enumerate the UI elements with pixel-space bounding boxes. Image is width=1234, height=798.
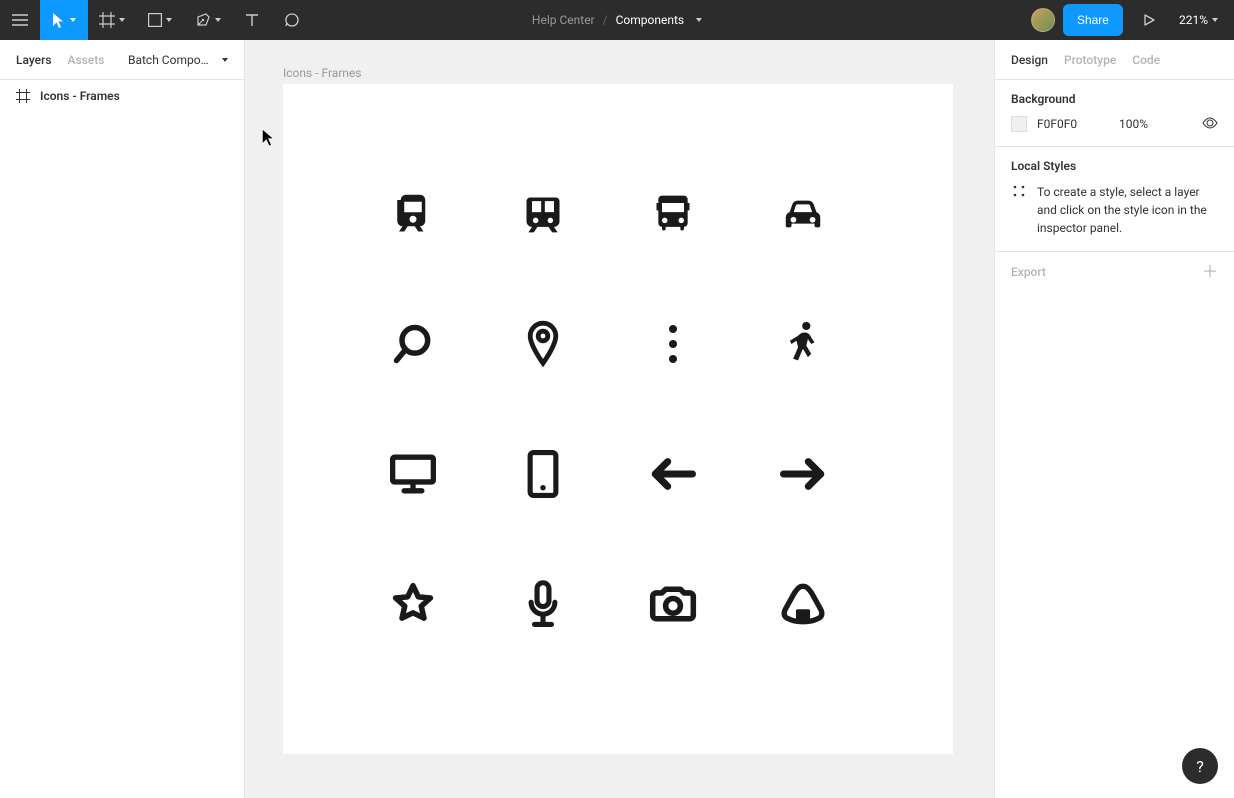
eye-icon — [1202, 117, 1218, 129]
zoom-label: 221% — [1179, 13, 1208, 27]
layer-name: Icons - Frames — [40, 89, 120, 103]
move-tool[interactable] — [40, 0, 88, 40]
chevron-down-icon — [70, 18, 76, 22]
cursor-icon — [52, 12, 66, 28]
frame-icons[interactable] — [283, 84, 953, 754]
square-icon — [148, 13, 162, 27]
train-icon[interactable] — [383, 184, 443, 244]
frame-icon — [99, 12, 115, 28]
page-selector[interactable]: Batch Compon… — [128, 53, 228, 67]
chevron-down-icon — [696, 18, 702, 22]
tab-layers[interactable]: Layers — [16, 53, 52, 67]
comment-tool[interactable] — [272, 0, 312, 40]
breadcrumb[interactable]: Help Center / Components — [532, 13, 702, 27]
car-icon[interactable] — [773, 184, 833, 244]
bus-icon[interactable] — [643, 184, 703, 244]
subway-icon[interactable] — [513, 184, 573, 244]
page-selector-label: Batch Compon… — [128, 53, 214, 67]
canvas[interactable]: Icons - Frames — [245, 40, 994, 798]
right-panel: Design Prototype Code Background F0F0F0 … — [994, 40, 1234, 798]
star-icon[interactable] — [383, 574, 443, 634]
add-export-button[interactable]: ＋ — [1202, 264, 1218, 280]
chevron-down-icon — [215, 18, 221, 22]
visibility-toggle[interactable] — [1202, 117, 1218, 132]
more-vertical-icon[interactable] — [643, 314, 703, 374]
frame-title[interactable]: Icons - Frames — [283, 66, 361, 80]
layer-row-frame[interactable]: Icons - Frames — [0, 80, 244, 112]
breadcrumb-project[interactable]: Help Center — [532, 13, 595, 27]
frame-tool[interactable] — [88, 0, 136, 40]
background-title: Background — [1011, 92, 1218, 106]
local-styles-section: Local Styles To create a style, select a… — [995, 147, 1234, 252]
chevron-down-icon — [1212, 18, 1218, 22]
tab-code[interactable]: Code — [1132, 53, 1160, 67]
comment-icon — [284, 12, 300, 28]
local-styles-title: Local Styles — [1011, 159, 1218, 173]
background-section: Background F0F0F0 100% — [995, 80, 1234, 147]
left-panel: Layers Assets Batch Compon… Icons - Fram… — [0, 40, 245, 798]
breadcrumb-separator: / — [603, 13, 608, 27]
styles-grid-icon — [1011, 183, 1027, 237]
chevron-down-icon — [166, 18, 172, 22]
local-styles-hint: To create a style, select a layer and cl… — [1037, 183, 1218, 237]
chevron-down-icon — [119, 18, 125, 22]
tab-assets[interactable]: Assets — [68, 53, 105, 67]
background-hex[interactable]: F0F0F0 — [1037, 117, 1097, 131]
avatar[interactable] — [1031, 8, 1055, 32]
mic-icon[interactable] — [513, 574, 573, 634]
monitor-icon[interactable] — [383, 444, 443, 504]
phone-icon[interactable] — [513, 444, 573, 504]
background-opacity[interactable]: 100% — [1119, 117, 1148, 131]
present-button[interactable] — [1131, 0, 1167, 40]
play-icon — [1142, 13, 1156, 27]
text-tool[interactable] — [232, 0, 272, 40]
arrow-right-icon[interactable] — [773, 444, 833, 504]
camera-icon[interactable] — [643, 574, 703, 634]
tab-prototype[interactable]: Prototype — [1064, 53, 1116, 67]
shape-tool[interactable] — [136, 0, 184, 40]
zoom-control[interactable]: 221% — [1175, 13, 1222, 27]
frame-icon — [16, 89, 30, 103]
help-label: ? — [1196, 757, 1204, 776]
export-title: Export — [1011, 265, 1046, 279]
top-toolbar: Help Center / Components Share 221% — [0, 0, 1234, 40]
walking-person-icon[interactable] — [773, 314, 833, 374]
hamburger-icon — [12, 14, 28, 26]
breadcrumb-page[interactable]: Components — [616, 13, 685, 27]
tab-design[interactable]: Design — [1011, 53, 1048, 67]
pen-tool[interactable] — [184, 0, 232, 40]
text-icon — [245, 13, 259, 27]
chevron-down-icon — [222, 58, 228, 62]
help-button[interactable]: ? — [1182, 748, 1218, 784]
search-icon[interactable] — [383, 314, 443, 374]
pin-icon[interactable] — [513, 314, 573, 374]
onigiri-icon[interactable] — [773, 574, 833, 634]
canvas-cursor-icon — [261, 128, 275, 146]
background-swatch[interactable] — [1011, 116, 1027, 132]
main-menu-button[interactable] — [0, 0, 40, 40]
share-button[interactable]: Share — [1063, 4, 1123, 36]
export-section: Export ＋ — [995, 252, 1234, 294]
arrow-left-icon[interactable] — [643, 444, 703, 504]
pen-icon — [195, 12, 211, 28]
